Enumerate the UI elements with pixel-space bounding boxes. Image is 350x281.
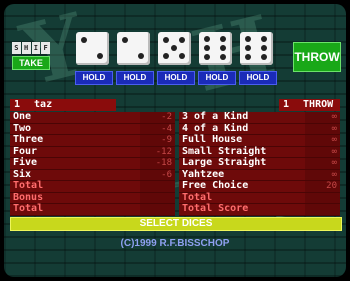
score-row[interactable]: Five -18	[10, 157, 175, 170]
status-bar: SELECT DICES	[10, 217, 342, 231]
throw-counter: 1 THROW	[279, 99, 340, 111]
take-control[interactable]: S H I F TAKE	[12, 42, 50, 70]
die-pip	[163, 53, 169, 59]
score-row[interactable]: Large Straight ∞	[179, 157, 340, 170]
die-pip	[245, 54, 251, 60]
player-number: 1	[14, 99, 21, 110]
score-row-label: Total	[182, 191, 213, 203]
score-row-label: 3 of a Kind	[182, 111, 249, 122]
die-pip	[204, 54, 210, 60]
throw-number: 1	[283, 99, 290, 110]
score-row-label: 4 of a Kind	[182, 122, 249, 134]
score-row-value	[305, 204, 340, 215]
score-row-value	[140, 181, 175, 192]
score-row-value	[140, 192, 175, 203]
die-pip	[179, 53, 185, 59]
hold-button-3[interactable]: HOLD	[157, 71, 195, 85]
score-row: Total	[10, 180, 175, 193]
score-row: Total Score	[179, 203, 340, 216]
take-mini-labels: S H I F	[12, 42, 50, 54]
die-pip	[245, 36, 251, 42]
die-4[interactable]	[199, 32, 232, 65]
die-pip	[204, 36, 210, 42]
score-row-label: Five	[13, 157, 38, 168]
die-pip	[261, 36, 267, 42]
score-row-value: -2	[140, 112, 175, 123]
score-row[interactable]: One -2	[10, 111, 175, 124]
score-row-value: -18	[140, 158, 175, 169]
hold-button-1[interactable]: HOLD	[75, 71, 113, 85]
hold-button-4[interactable]: HOLD	[198, 71, 236, 85]
score-row-label: Three	[13, 134, 44, 145]
player-name: taz	[34, 99, 53, 110]
die-pip	[220, 36, 226, 42]
lower-section-panel: 3 of a Kind ∞ 4 of a Kind ∞ Full House ∞ Small…	[179, 111, 340, 216]
die-pip	[171, 45, 177, 51]
score-row-label: Free Choice	[182, 180, 249, 191]
score-row-value: ∞	[305, 158, 340, 169]
die-pip	[138, 53, 144, 59]
score-row-label: Yahtzee	[182, 168, 225, 180]
score-row-value: -12	[140, 146, 175, 157]
score-row[interactable]: 3 of a Kind ∞	[179, 111, 340, 124]
score-row-label: Small Straight	[182, 145, 267, 157]
die-pip	[97, 53, 103, 59]
score-row-value: -6	[140, 169, 175, 180]
score-row-value: ∞	[305, 123, 340, 134]
score-row-label: Total	[13, 203, 44, 214]
die-5[interactable]	[240, 32, 273, 65]
score-row[interactable]: Free Choice 20	[179, 180, 340, 193]
score-row[interactable]: Full House ∞	[179, 134, 340, 147]
mini-label: H	[21, 42, 31, 54]
score-row[interactable]: Three -9	[10, 134, 175, 147]
score-row-value: -9	[140, 135, 175, 146]
score-row-value: ∞	[305, 135, 340, 146]
score-row-label: Six	[13, 168, 32, 180]
score-row: Total	[10, 203, 175, 216]
upper-section-panel: One -2 Two -4 Three -9 Four -12 Five -18 Six -6 Tota…	[10, 111, 175, 216]
score-row-value: ∞	[305, 112, 340, 123]
mini-label: S	[12, 42, 21, 54]
hold-button-2[interactable]: HOLD	[116, 71, 154, 85]
mini-label: F	[41, 42, 50, 54]
score-row-label: One	[13, 111, 32, 122]
score-row-label: Total	[13, 180, 44, 191]
score-row-value: -4	[140, 123, 175, 134]
player-header: 1 taz	[10, 99, 116, 111]
die-2[interactable]	[117, 32, 150, 65]
score-row-value	[305, 192, 340, 203]
score-row-label: Large Straight	[182, 157, 267, 168]
score-row-label: Four	[13, 145, 38, 157]
die-pip	[261, 45, 267, 51]
game-screen: Y A H T S H I F TAKE HOLD HOLD HOLD HOLD…	[4, 4, 346, 277]
die-pip	[261, 54, 267, 60]
die-pip	[122, 37, 128, 43]
die-pip	[204, 45, 210, 51]
score-row-value	[140, 204, 175, 215]
die-3[interactable]	[158, 32, 191, 65]
die-pip	[220, 54, 226, 60]
throw-button[interactable]: THROW	[293, 42, 341, 72]
score-row-label: Bonus	[13, 191, 44, 203]
take-button[interactable]: TAKE	[12, 56, 50, 70]
mini-label: I	[31, 42, 41, 54]
score-row-value: 20	[305, 181, 340, 192]
die-pip	[81, 37, 87, 43]
score-row-value: ∞	[305, 146, 340, 157]
score-row-label: Two	[13, 122, 32, 134]
die-pip	[163, 37, 169, 43]
hold-button-5[interactable]: HOLD	[239, 71, 277, 85]
die-pip	[179, 37, 185, 43]
die-pip	[245, 45, 251, 51]
throw-counter-label: THROW	[303, 99, 334, 110]
score-row-label: Full House	[182, 134, 243, 145]
score-row-value: ∞	[305, 169, 340, 180]
score-row-label: Total Score	[182, 203, 249, 214]
die-pip	[220, 45, 226, 51]
copyright-text: (C)1999 R.F.BISSCHOP	[120, 238, 230, 249]
die-1[interactable]	[76, 32, 109, 65]
